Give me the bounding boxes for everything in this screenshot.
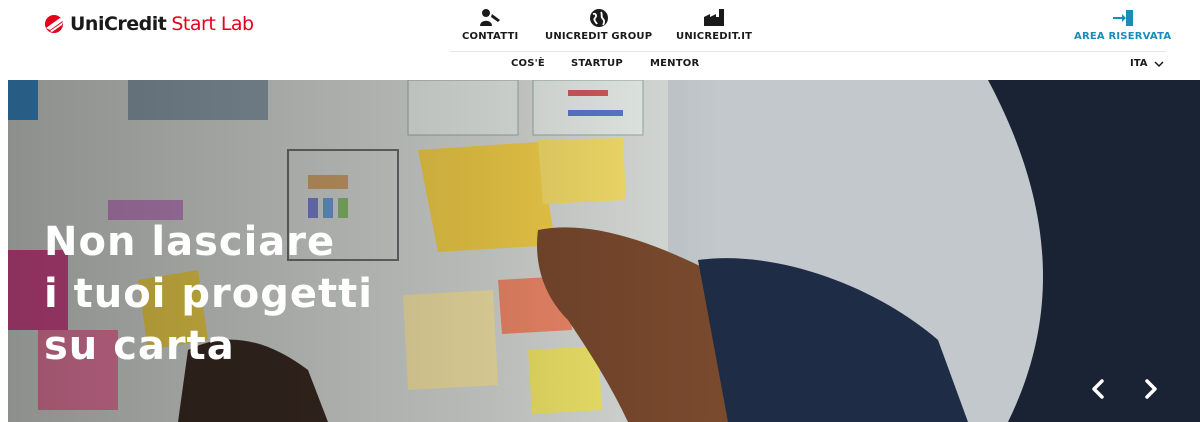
header-divider [450, 51, 1166, 52]
carousel-prev-button[interactable] [1083, 374, 1113, 404]
unicredit-group-label: UNICREDIT GROUP [545, 31, 653, 42]
nav-item-startup[interactable]: STARTUP [571, 58, 623, 69]
utility-nav: CONTATTI UNICREDIT GROUP UNICREDIT.IT AR… [0, 8, 1200, 48]
main-nav: COS'È STARTUP MENTOR [0, 58, 1200, 76]
contatti-label: CONTATTI [462, 31, 519, 42]
globe-icon [589, 9, 608, 27]
area-riservata-link[interactable]: AREA RISERVATA [1074, 8, 1171, 42]
hero-banner: Non lasciare i tuoi progetti su carta [8, 80, 1200, 422]
chevron-right-icon [1145, 379, 1157, 399]
headline-line-1: Non lasciare [44, 219, 336, 265]
phone-person-icon [480, 9, 501, 26]
unicredit-it-link[interactable]: UNICREDIT.IT [676, 8, 752, 42]
nav-item-cose[interactable]: COS'È [511, 58, 545, 69]
language-selector[interactable]: ITA [1130, 58, 1164, 69]
area-riservata-label: AREA RISERVATA [1074, 31, 1172, 42]
factory-icon [704, 9, 725, 26]
headline-line-2: i tuoi progetti [44, 271, 373, 317]
headline-line-3: su carta [44, 323, 235, 369]
chevron-left-icon [1092, 379, 1104, 399]
chevron-down-icon [1153, 60, 1164, 67]
unicredit-it-label: UNICREDIT.IT [676, 31, 753, 42]
hero-headline: Non lasciare i tuoi progetti su carta [44, 216, 373, 372]
language-label: ITA [1130, 58, 1148, 69]
nav-item-mentor[interactable]: MENTOR [650, 58, 699, 69]
site-header: UniCredit Start Lab CONTATTI UNICREDIT G… [0, 0, 1200, 52]
carousel-next-button[interactable] [1136, 374, 1166, 404]
unicredit-group-link[interactable]: UNICREDIT GROUP [545, 8, 652, 42]
login-door-icon [1112, 10, 1133, 26]
contatti-link[interactable]: CONTATTI [462, 8, 518, 42]
